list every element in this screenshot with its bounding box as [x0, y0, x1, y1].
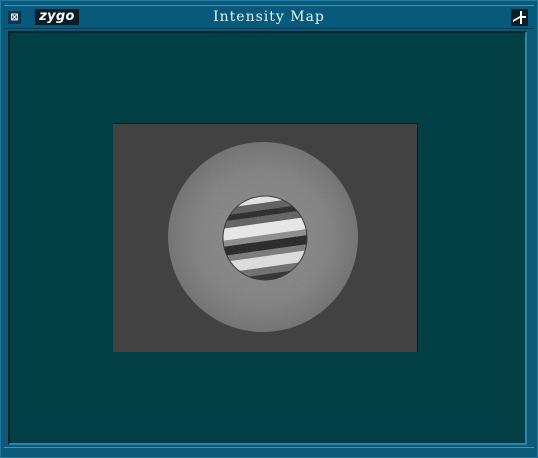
- title-bar[interactable]: ⊠ zygo Intensity Map: [4, 5, 534, 29]
- pin-icon[interactable]: [511, 9, 528, 26]
- intensity-map-image: [113, 123, 418, 352]
- window-bottom-border[interactable]: [4, 447, 534, 453]
- window-title: Intensity Map: [213, 9, 325, 25]
- intensity-map-window: ⊠ zygo Intensity Map: [0, 0, 538, 458]
